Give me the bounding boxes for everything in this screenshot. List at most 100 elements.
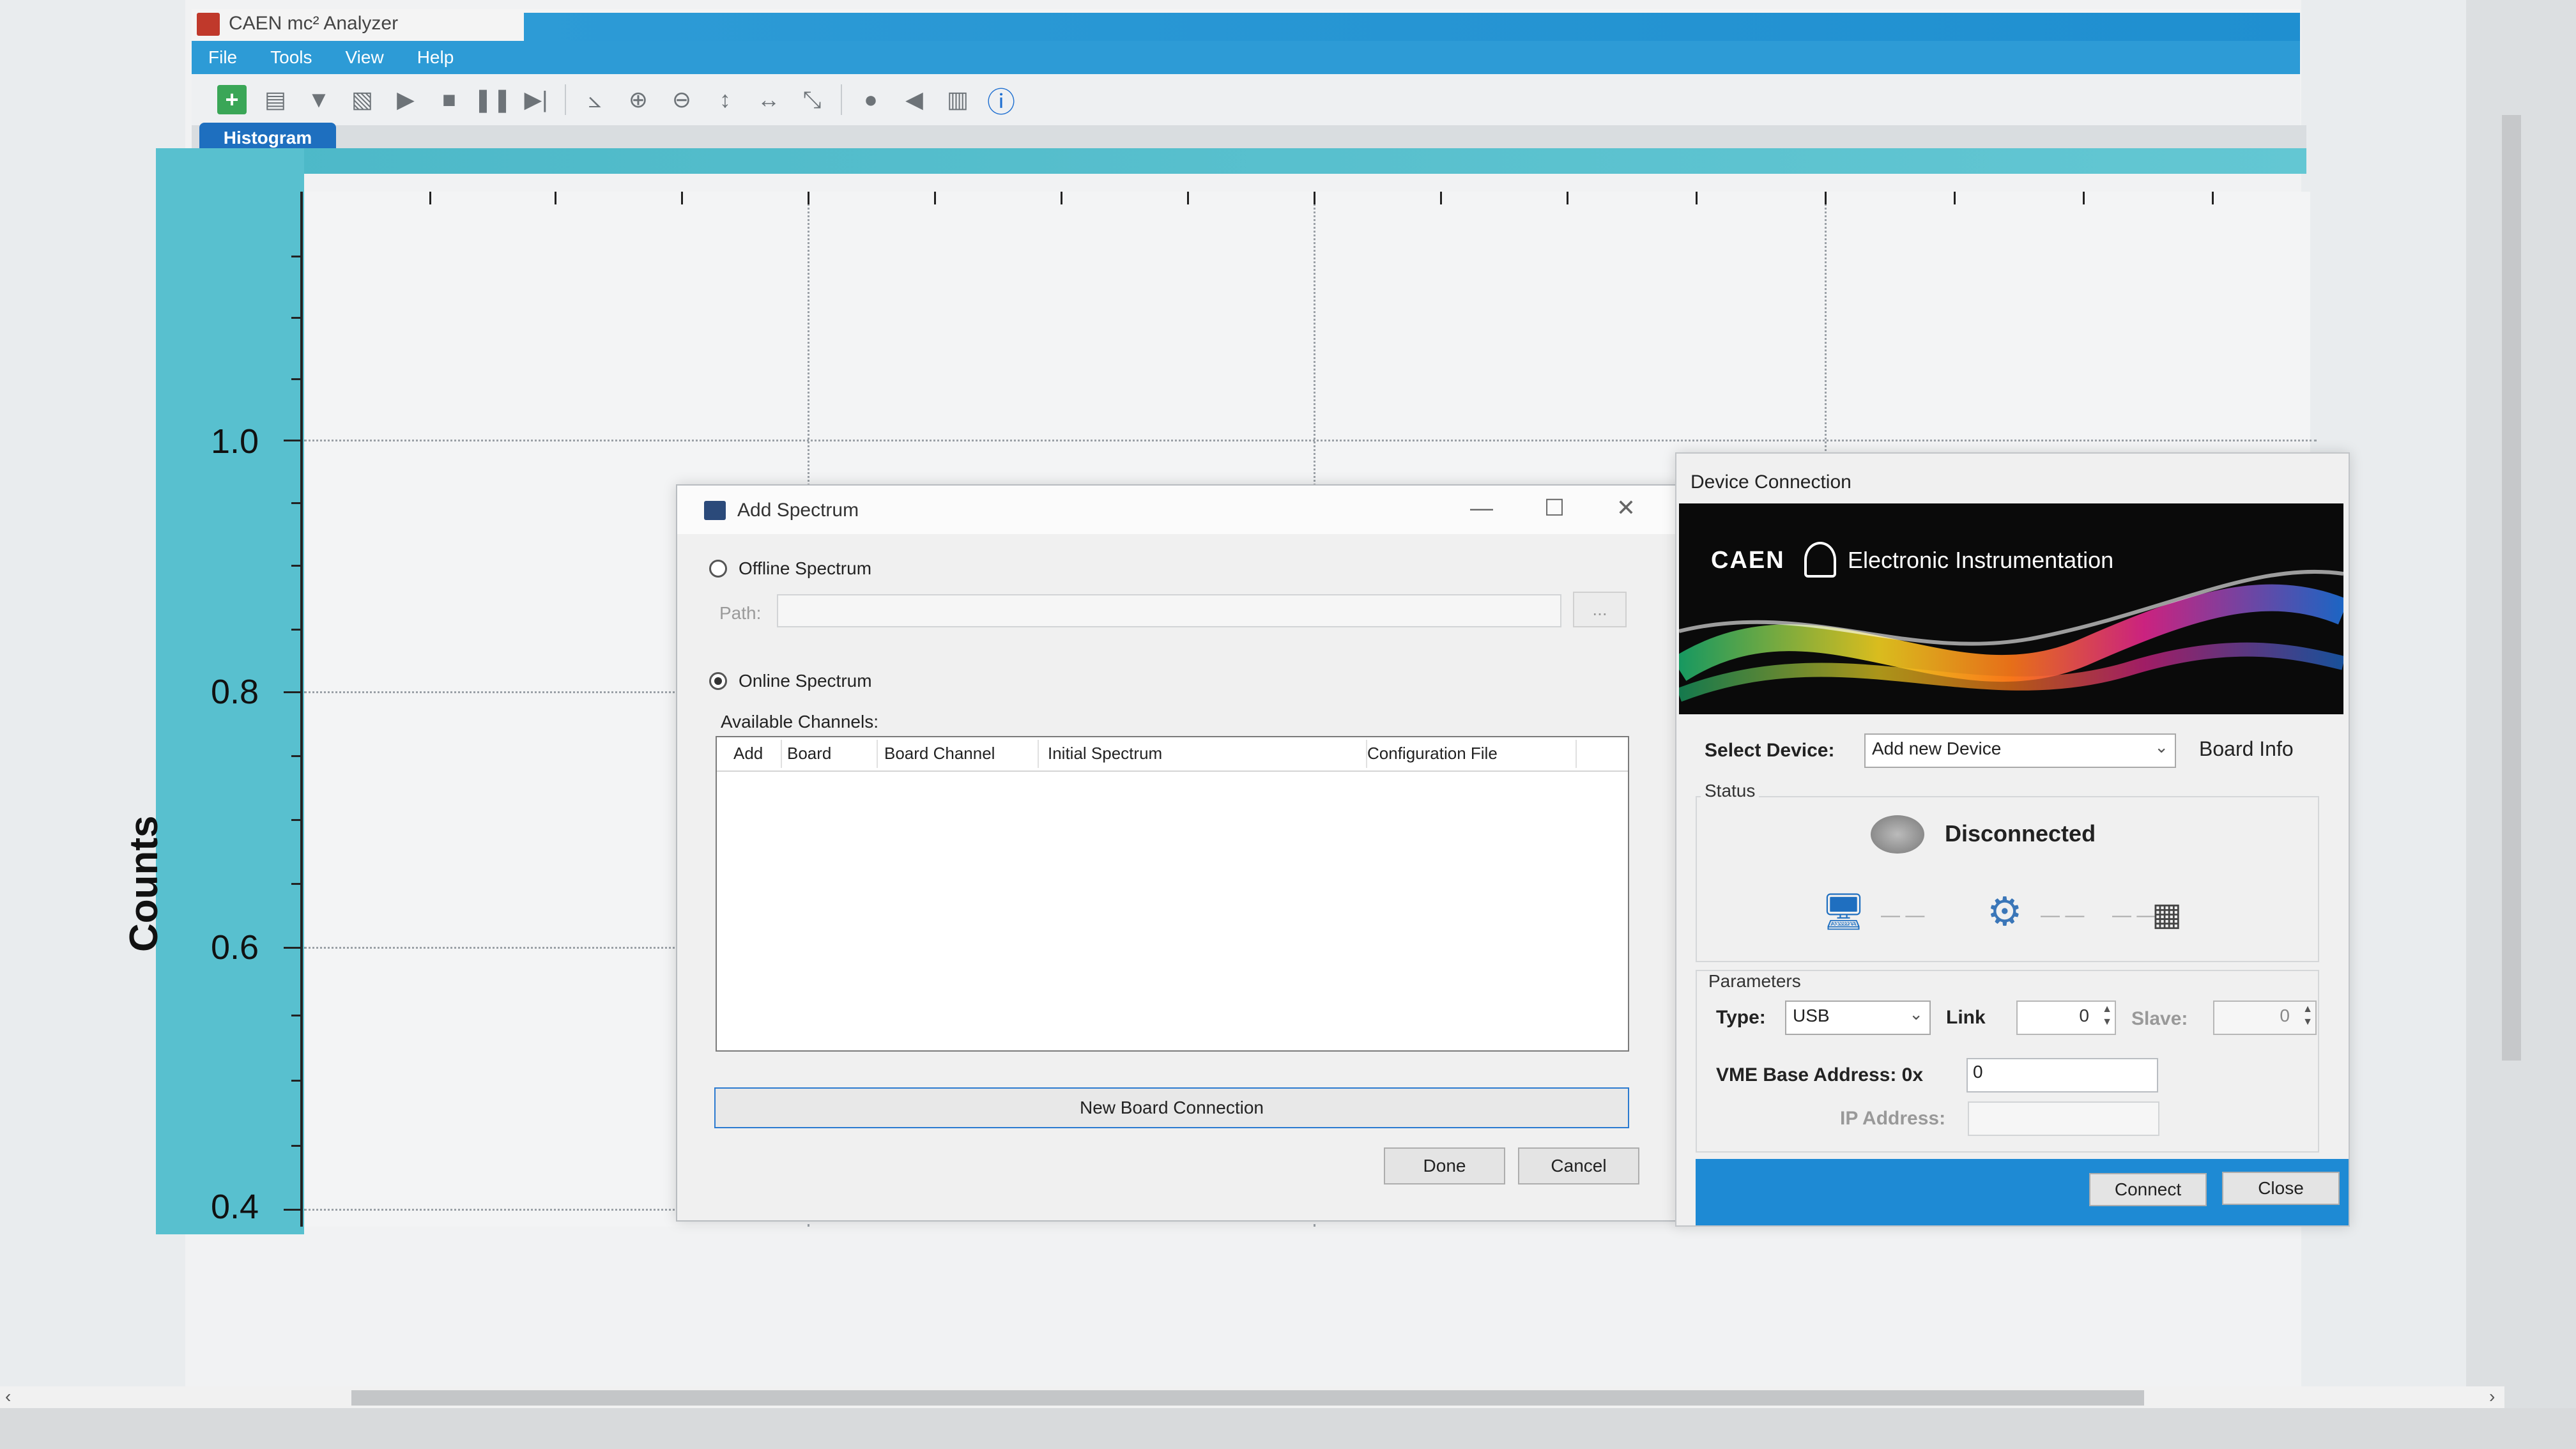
x-tick	[1314, 192, 1315, 204]
y-tick-minor	[291, 1145, 302, 1147]
probe-icon[interactable]: ▼	[304, 85, 334, 114]
scroll-right-icon[interactable]: ›	[2489, 1386, 2495, 1407]
save-icon[interactable]: ▤	[261, 85, 290, 114]
add-spectrum-dialog: Add Spectrum — ☐ ✕ Offline Spectrum Path…	[676, 484, 1682, 1222]
banner-brand: CAEN	[1711, 547, 1785, 574]
usb-gear-icon: ⚙	[1987, 890, 2023, 934]
close-icon[interactable]: ✕	[1604, 492, 1648, 524]
select-device-value: Add new Device	[1872, 739, 2002, 758]
step-icon[interactable]: ▶|	[521, 85, 551, 114]
path-input[interactable]	[777, 594, 1561, 627]
connect-button[interactable]: Connect	[2089, 1173, 2207, 1206]
online-spectrum-radio[interactable]	[709, 672, 727, 690]
column-add[interactable]: Add	[733, 744, 763, 763]
chart-icon[interactable]: ▥	[943, 85, 972, 114]
info-icon[interactable]: ⓘ	[986, 85, 1016, 118]
dialog-app-icon	[704, 501, 726, 520]
x-tick	[2212, 192, 2214, 204]
board-icon: ▦	[2152, 896, 2182, 932]
globe-icon[interactable]: ●	[856, 85, 885, 114]
table-header: Add Board Board Channel Initial Spectrum…	[717, 737, 1628, 772]
scrollbar-thumb[interactable]	[351, 1390, 2144, 1406]
select-device-dropdown[interactable]: Add new Device ⌄	[1864, 733, 2176, 768]
link-spinner[interactable]: 0 ▲ ▼	[2016, 1000, 2116, 1035]
vme-base-address-label: VME Base Address: 0x	[1716, 1064, 1924, 1085]
vertical-scale-icon[interactable]: ↕	[710, 85, 740, 114]
spinner-arrows-icon[interactable]: ▲ ▼	[2102, 1003, 2112, 1029]
slave-spinner[interactable]: 0 ▲ ▼	[2213, 1000, 2317, 1035]
y-tick-minor	[291, 317, 302, 319]
horizontal-scale-icon[interactable]: ↔	[754, 85, 783, 114]
path-label: Path:	[719, 603, 762, 623]
y-tick-minor	[291, 629, 302, 631]
browse-button[interactable]: ...	[1573, 592, 1627, 627]
ip-address-input[interactable]	[1968, 1101, 2159, 1136]
menu-view[interactable]: View	[329, 47, 401, 68]
close-button[interactable]: Close	[2222, 1172, 2340, 1205]
status-bar	[0, 1408, 2576, 1449]
type-dropdown[interactable]: USB ⌄	[1785, 1000, 1931, 1035]
zoom-in-icon[interactable]: ⊕	[624, 85, 653, 114]
banner-swirl-graphic	[1679, 569, 2343, 702]
back-icon[interactable]: ◀	[900, 85, 929, 114]
menu-tools[interactable]: Tools	[254, 47, 328, 68]
x-tick	[1567, 192, 1568, 204]
pause-icon[interactable]: ❚❚	[473, 85, 512, 114]
window-title: CAEN mc² Analyzer	[229, 13, 399, 34]
y-tick-minor	[291, 565, 302, 567]
column-configuration-file[interactable]: Configuration File	[1367, 744, 1498, 763]
maximize-icon[interactable]: ☐	[1532, 492, 1577, 524]
minimize-icon[interactable]: —	[1459, 492, 1504, 524]
type-value: USB	[1793, 1006, 1830, 1025]
y-tick-minor	[291, 256, 302, 257]
dialog-title-bar: Add Spectrum — ☐ ✕	[677, 486, 1680, 534]
y-tick-label: 0.6	[211, 928, 259, 967]
dialog-footer: Connect Close	[1696, 1159, 2349, 1225]
add-icon[interactable]: +	[217, 85, 247, 114]
x-tick	[1954, 192, 1956, 204]
slave-label: Slave:	[2131, 1008, 2188, 1029]
export-icon[interactable]: ▧	[348, 85, 377, 114]
y-axis-title: Counts	[122, 815, 166, 952]
column-initial-spectrum[interactable]: Initial Spectrum	[1048, 744, 1162, 763]
offline-spectrum-radio[interactable]	[709, 560, 727, 578]
x-tick	[555, 192, 556, 204]
play-icon[interactable]: ▶	[391, 85, 420, 114]
status-indicator-icon	[1871, 815, 1924, 854]
stop-icon[interactable]: ■	[434, 85, 464, 114]
y-tick-minor	[291, 1080, 302, 1082]
y-tick-minor	[291, 1015, 302, 1016]
caen-logo-icon	[1804, 542, 1836, 578]
menu-file[interactable]: File	[192, 47, 254, 68]
cancel-button[interactable]: Cancel	[1518, 1147, 1639, 1184]
new-board-connection-button[interactable]: New Board Connection	[714, 1087, 1629, 1128]
spinner-arrows-icon[interactable]: ▲ ▼	[2303, 1003, 2313, 1029]
type-label: Type:	[1716, 1007, 1766, 1028]
done-button[interactable]: Done	[1384, 1147, 1505, 1184]
board-info-link[interactable]: Board Info	[2199, 737, 2294, 761]
channels-table[interactable]: Add Board Board Channel Initial Spectrum…	[716, 736, 1629, 1052]
column-board-channel[interactable]: Board Channel	[884, 744, 995, 763]
title-accent-bar	[524, 13, 2300, 43]
vme-base-address-input[interactable]: 0	[1966, 1058, 2158, 1092]
horizontal-scrollbar[interactable]: ‹ ›	[0, 1386, 2504, 1408]
online-spectrum-label: Online Spectrum	[739, 671, 872, 691]
y-axis-line	[300, 192, 303, 1227]
x-tick	[2083, 192, 2085, 204]
menu-help[interactable]: Help	[401, 47, 471, 68]
plot-header-band	[189, 148, 2306, 174]
x-tick	[429, 192, 431, 204]
column-board[interactable]: Board	[787, 744, 831, 763]
dialog-title: Device Connection	[1690, 471, 1851, 493]
scroll-left-icon[interactable]: ‹	[5, 1386, 11, 1407]
zoom-out-icon[interactable]: ⊖	[667, 85, 696, 114]
column-divider	[877, 740, 878, 768]
reset-icon[interactable]: ⤡	[797, 85, 827, 114]
chevron-down-icon: ⌄	[2154, 737, 2168, 756]
device-connection-dialog: Device Connection CAEN Electronic Instru…	[1675, 452, 2350, 1227]
y-tick-label: 1.0	[211, 422, 259, 461]
menu-bar: File Tools View Help	[192, 41, 2300, 74]
axis-icon[interactable]: ⦣	[580, 85, 610, 114]
offline-spectrum-label: Offline Spectrum	[739, 558, 872, 578]
vertical-scrollbar[interactable]	[2502, 115, 2521, 1061]
